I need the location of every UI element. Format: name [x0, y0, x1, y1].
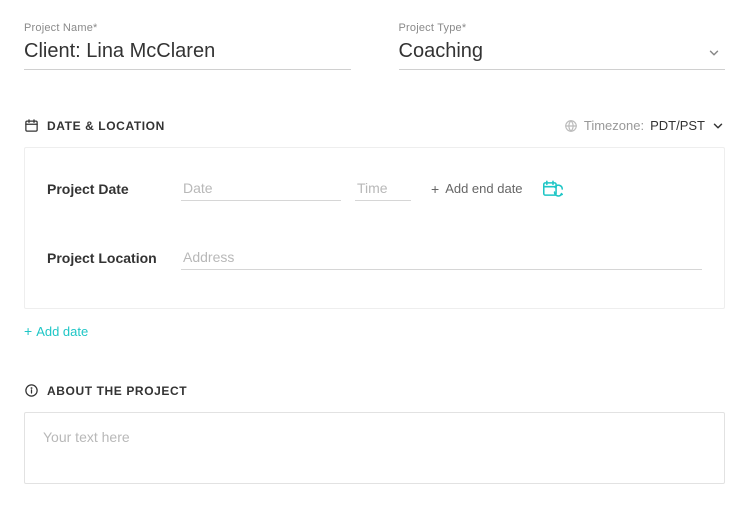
date-location-title: DATE & LOCATION: [47, 119, 165, 133]
globe-icon: [564, 119, 578, 133]
timezone-label: Timezone:: [584, 118, 644, 133]
project-type-field: Project Type* Coaching: [399, 22, 726, 70]
about-textarea[interactable]: [24, 412, 725, 484]
project-type-label: Project Type*: [399, 22, 726, 34]
project-date-input[interactable]: [181, 176, 341, 201]
project-address-input[interactable]: [181, 245, 702, 270]
project-location-label: Project Location: [47, 250, 167, 266]
add-date-label: Add date: [36, 324, 88, 339]
chevron-down-icon: [707, 46, 721, 60]
add-date-button[interactable]: + Add date: [24, 323, 88, 339]
project-date-label: Project Date: [47, 181, 167, 197]
calendar-sync-icon[interactable]: [543, 180, 563, 198]
about-title: ABOUT THE PROJECT: [47, 384, 187, 398]
project-name-label: Project Name*: [24, 22, 351, 34]
add-end-date-button[interactable]: + Add end date: [431, 181, 523, 197]
calendar-icon: [24, 118, 39, 133]
add-end-date-label: Add end date: [445, 181, 522, 196]
timezone-value: PDT/PST: [650, 118, 705, 133]
plus-icon: +: [431, 181, 439, 197]
project-time-input[interactable]: [355, 176, 411, 201]
plus-icon: +: [24, 323, 32, 339]
about-header: ABOUT THE PROJECT: [24, 383, 725, 398]
timezone-selector[interactable]: Timezone: PDT/PST: [564, 118, 725, 133]
date-location-card: Project Date + Add end date Project Loca…: [24, 147, 725, 309]
project-name-field: Project Name*: [24, 22, 351, 70]
project-type-select[interactable]: Coaching: [399, 36, 726, 70]
info-icon: [24, 383, 39, 398]
project-type-value: Coaching: [399, 40, 484, 62]
date-location-header: DATE & LOCATION Timezone: PDT/PST: [24, 118, 725, 133]
project-name-input[interactable]: [24, 36, 351, 70]
chevron-down-icon: [711, 119, 725, 133]
